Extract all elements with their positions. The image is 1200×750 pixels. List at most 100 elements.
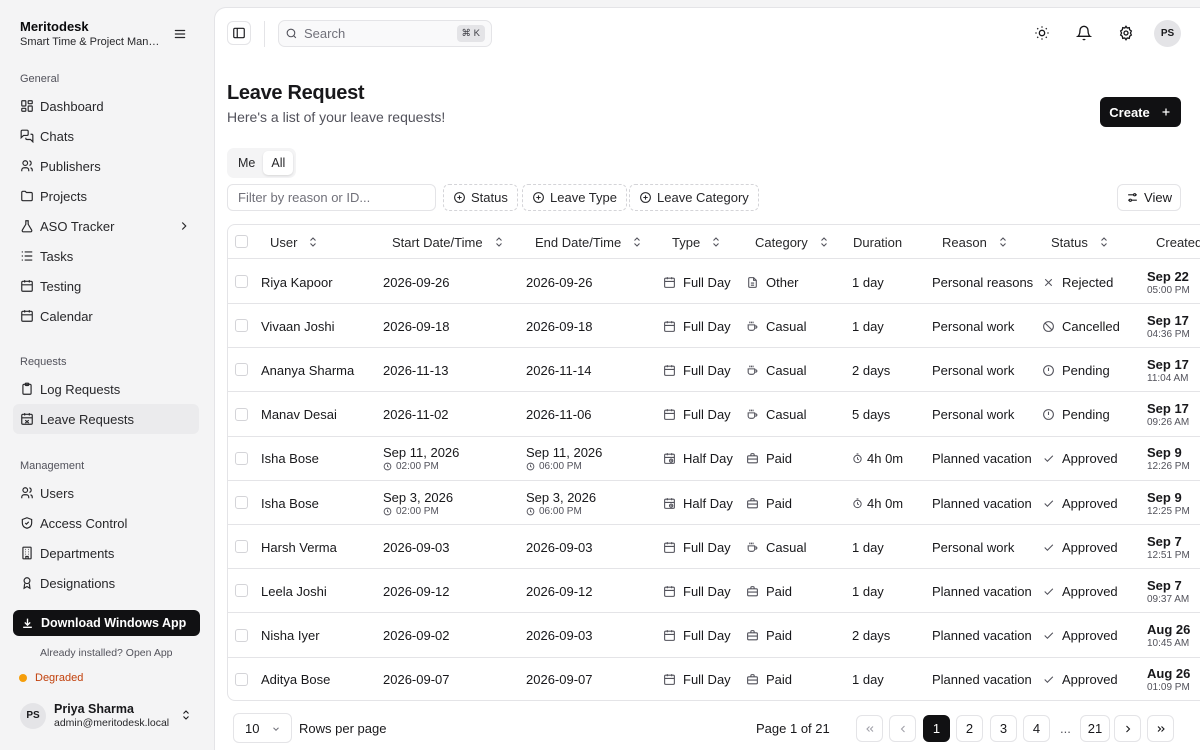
table-row[interactable]: Manav Desai 2026-11-02 2026-11-06 Full Day C… <box>228 393 1200 437</box>
row-checkbox[interactable] <box>235 496 248 509</box>
table-row[interactable]: Ananya Sharma 2026-11-13 2026-11-14 Full Da… <box>228 348 1200 393</box>
duration: 4h 0m <box>852 481 903 525</box>
row-checkbox[interactable] <box>235 275 248 288</box>
tab-all[interactable]: All <box>263 151 294 175</box>
create-button[interactable]: Create <box>1100 97 1181 127</box>
user-menu[interactable]: PS Priya Sharma admin@meritodesk.local <box>20 702 200 729</box>
gear-icon[interactable] <box>1118 25 1134 41</box>
page-button-3[interactable]: 3 <box>990 715 1017 742</box>
first-page-button[interactable] <box>856 715 883 742</box>
briefcase-icon <box>747 497 758 508</box>
profile-avatar[interactable]: PS <box>1154 20 1181 47</box>
sidebar-item-chats[interactable]: Chats <box>13 121 199 151</box>
download-windows-app-button[interactable]: Download Windows App <box>13 610 200 636</box>
status-filter-button[interactable]: Status <box>443 184 518 211</box>
column-end[interactable]: End Date/Time <box>535 225 643 259</box>
sidebar-item-departments[interactable]: Departments <box>13 538 199 568</box>
sidebar-item-projects[interactable]: Projects <box>13 181 199 211</box>
page-button-2[interactable]: 2 <box>956 715 983 742</box>
sidebar-item-access-control[interactable]: Access Control <box>13 508 199 538</box>
tab-me[interactable]: Me <box>230 151 263 175</box>
user-name: Nisha Iyer <box>261 628 320 644</box>
filter-label: Status <box>471 190 508 205</box>
table-row[interactable]: Aditya Bose 2026-09-07 2026-09-07 Full Day P… <box>228 658 1200 700</box>
sidebar-item-aso-tracker[interactable]: ASO Tracker <box>13 211 199 241</box>
column-type[interactable]: Type <box>672 225 722 259</box>
sidebar-item-dashboard[interactable]: Dashboard <box>13 91 199 121</box>
select-all-checkbox[interactable] <box>235 235 248 248</box>
check-icon <box>1044 455 1054 463</box>
table-row[interactable]: Leela Joshi 2026-09-12 2026-09-12 Full Day P… <box>228 569 1200 614</box>
view-options-button[interactable]: View <box>1117 184 1181 211</box>
row-checkbox[interactable] <box>235 628 248 642</box>
sort-icon <box>495 237 502 247</box>
created-at: Sep 7 12:51 PM <box>1147 533 1190 561</box>
last-page-button[interactable] <box>1147 715 1174 742</box>
avatar: PS <box>20 702 46 729</box>
sidebar-item-tasks[interactable]: Tasks <box>13 241 199 271</box>
bell-icon[interactable] <box>1076 25 1092 41</box>
app-name: Meritodesk <box>20 19 89 34</box>
row-checkbox[interactable] <box>235 584 248 598</box>
clock-icon <box>526 507 535 515</box>
column-status[interactable]: Status <box>1051 225 1110 259</box>
sidebar-item-log-requests[interactable]: Log Requests <box>13 374 199 404</box>
leave-category-filter-button[interactable]: Leave Category <box>629 184 759 211</box>
filter-input[interactable]: Filter by reason or ID... <box>227 184 436 211</box>
page-button-4[interactable]: 4 <box>1023 715 1050 742</box>
sidebar-item-publishers[interactable]: Publishers <box>13 151 199 181</box>
sidebar-item-designations[interactable]: Designations <box>13 568 199 598</box>
previous-page-button[interactable] <box>889 715 916 742</box>
search-input[interactable]: Search ⌘ K <box>278 20 492 47</box>
reason: Planned vacation <box>932 495 1032 511</box>
rows-per-page-select[interactable]: 10 <box>233 713 292 743</box>
filter-label: Leave Category <box>657 190 749 205</box>
sidebar-item-calendar[interactable]: Calendar <box>13 301 199 331</box>
calendar-off-icon <box>21 413 33 425</box>
leave-category: Paid <box>746 658 792 700</box>
column-user[interactable]: User <box>270 225 319 259</box>
sidebar: Meritodesk Smart Time & Project Manageme… <box>0 0 214 750</box>
column-start[interactable]: Start Date/Time <box>392 225 505 259</box>
row-checkbox[interactable] <box>235 407 248 421</box>
column-created[interactable]: Created <box>1156 225 1200 259</box>
created-at: Aug 26 01:09 PM <box>1147 666 1191 694</box>
page-button-last[interactable]: 21 <box>1080 715 1110 742</box>
table-row[interactable]: Riya Kapoor 2026-09-26 2026-09-26 Full Day O… <box>228 260 1200 304</box>
start-date: 2026-09-12 <box>383 583 450 599</box>
duration: 1 day <box>852 583 884 599</box>
next-page-button[interactable] <box>1114 715 1141 742</box>
sidebar-item-label: Users <box>40 485 74 501</box>
sidebar-item-testing[interactable]: Testing <box>13 271 199 301</box>
row-checkbox[interactable] <box>235 363 248 377</box>
status-badge: Pending <box>1042 393 1110 437</box>
column-category[interactable]: Category <box>755 225 830 259</box>
row-checkbox[interactable] <box>235 672 248 686</box>
chevrons-right-icon <box>1157 725 1165 732</box>
table-row[interactable]: Harsh Verma 2026-09-03 2026-09-03 Full Day C… <box>228 525 1200 570</box>
sun-icon[interactable] <box>1034 25 1050 41</box>
sidebar-item-leave-requests[interactable]: Leave Requests <box>13 404 199 434</box>
table-row[interactable]: Isha Bose Sep 3, 2026 02:00 PM Sep 3, 2026 0… <box>228 481 1200 525</box>
sidebar-item-users[interactable]: Users <box>13 478 199 508</box>
menu-icon[interactable] <box>170 24 190 44</box>
sidebar-toggle-button[interactable] <box>227 21 251 45</box>
coffee-icon <box>747 321 758 331</box>
check-icon <box>1044 676 1054 684</box>
table-row[interactable]: Isha Bose Sep 11, 2026 02:00 PM Sep 11, 202… <box>228 437 1200 481</box>
row-checkbox[interactable] <box>235 540 248 554</box>
open-app-link[interactable]: Already installed? Open App <box>40 647 173 659</box>
page-button-1[interactable]: 1 <box>923 715 950 742</box>
leave-type-filter-button[interactable]: Leave Type <box>522 184 627 211</box>
table-row[interactable]: Nisha Iyer 2026-09-02 2026-09-03 Full Day Pa… <box>228 614 1200 658</box>
table-row[interactable]: Vivaan Joshi 2026-09-18 2026-09-18 Full Day… <box>228 304 1200 349</box>
created-at: Sep 7 09:37 AM <box>1147 577 1190 605</box>
row-checkbox[interactable] <box>235 451 248 465</box>
brand[interactable]: Meritodesk Smart Time & Project Manageme… <box>20 19 165 48</box>
sidebar-item-label: Projects <box>40 188 87 204</box>
calendar-half-icon <box>664 497 675 509</box>
flask-icon <box>21 220 33 233</box>
row-checkbox[interactable] <box>235 319 248 333</box>
column-reason[interactable]: Reason <box>942 225 1009 259</box>
duration: 1 day <box>852 318 884 334</box>
